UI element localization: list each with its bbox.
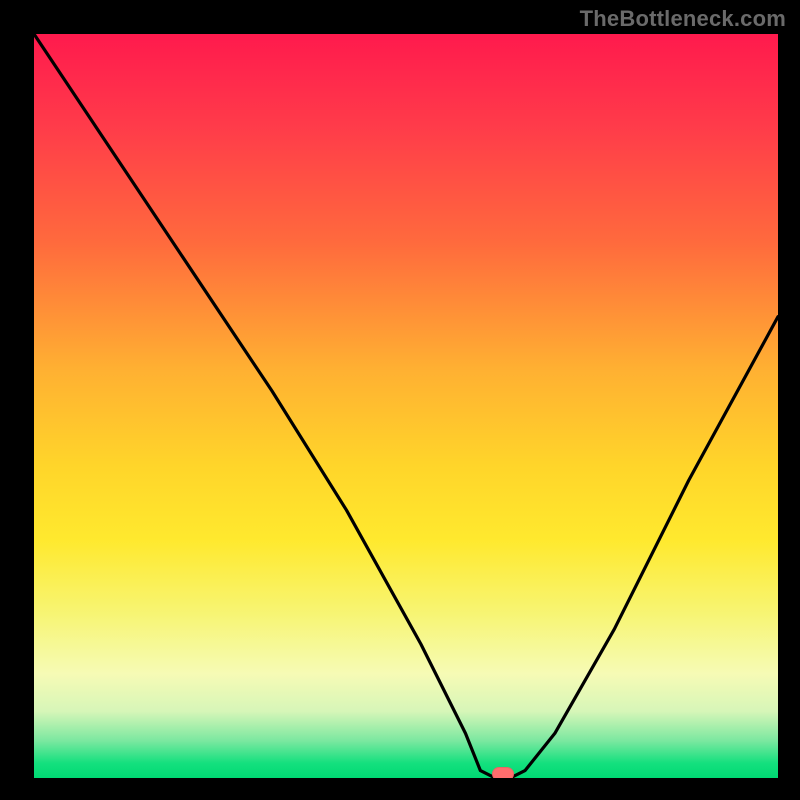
chart-frame: TheBottleneck.com — [0, 0, 800, 800]
curve-path — [34, 34, 778, 778]
watermark-text: TheBottleneck.com — [580, 6, 786, 32]
plot-area — [34, 34, 778, 778]
bottleneck-curve — [34, 34, 778, 778]
optimal-marker — [492, 767, 514, 778]
